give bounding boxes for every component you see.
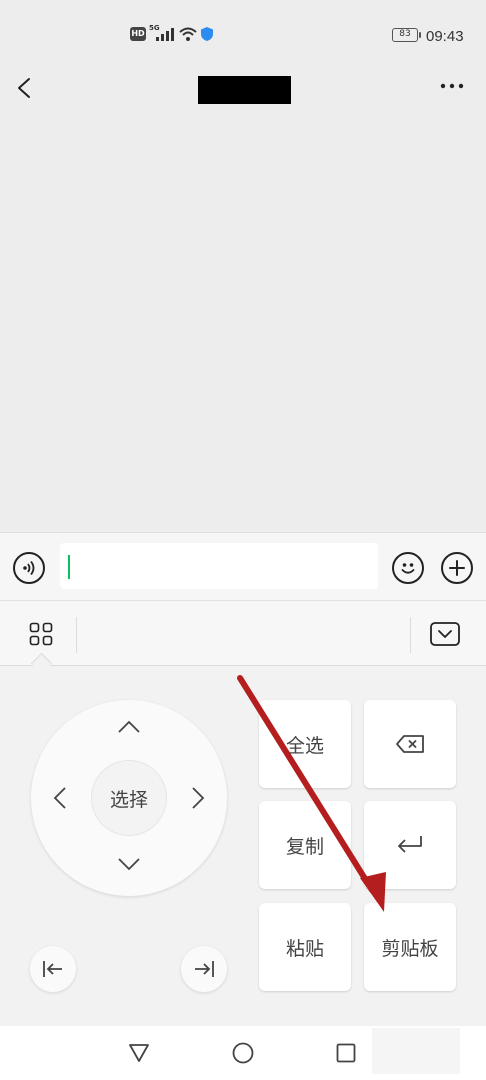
enter-key[interactable]: [364, 801, 456, 889]
square-recents-icon: [336, 1043, 356, 1063]
battery-level: 83: [399, 29, 411, 39]
left-arrow-button[interactable]: [48, 786, 72, 810]
toolbar-divider: [76, 617, 77, 653]
paste-key[interactable]: 粘贴: [259, 903, 351, 991]
hd-badge: HD: [130, 27, 146, 41]
more-dots-icon[interactable]: [440, 83, 464, 89]
blurred-region: [372, 1028, 460, 1074]
signal-icon: [156, 28, 174, 41]
nav-home-button[interactable]: [228, 1038, 258, 1068]
chevron-down-icon: [118, 858, 140, 871]
toolbar-divider: [410, 617, 411, 653]
clock: 09:43: [426, 28, 464, 45]
chevron-left-icon[interactable]: [14, 76, 34, 100]
input-bar: [0, 532, 486, 600]
nav-back-button[interactable]: [124, 1038, 154, 1068]
chevron-right-icon: [192, 787, 205, 809]
select-all-key[interactable]: 全选: [259, 700, 351, 788]
right-arrow-button[interactable]: [186, 786, 210, 810]
text-caret: [68, 555, 70, 579]
down-arrow-button[interactable]: [117, 852, 141, 876]
emoji-icon: [401, 563, 415, 574]
copy-key[interactable]: 复制: [259, 801, 351, 889]
line-end-button[interactable]: [181, 946, 227, 992]
navigation-bar: [0, 1026, 486, 1080]
line-start-button[interactable]: [30, 946, 76, 992]
chat-title-redacted: [198, 76, 291, 104]
select-button[interactable]: 选择: [91, 760, 167, 836]
up-arrow-button[interactable]: [117, 715, 141, 739]
chevron-left-icon: [53, 787, 66, 809]
wifi-icon: [179, 27, 197, 41]
keyboard-toolbar: [0, 600, 486, 666]
enter-icon: [398, 836, 422, 853]
plus-icon: [449, 560, 465, 576]
grid-icon[interactable]: [29, 622, 53, 646]
message-input[interactable]: [60, 543, 378, 589]
voice-button[interactable]: [13, 552, 45, 584]
triangle-back-icon: [129, 1044, 149, 1062]
line-start-icon: [43, 961, 62, 977]
add-button[interactable]: [441, 552, 473, 584]
voice-icon: [23, 560, 35, 576]
title-bar: [0, 64, 486, 114]
clipboard-key[interactable]: 剪贴板: [364, 903, 456, 991]
keyboard-hide-icon[interactable]: [430, 622, 460, 646]
backspace-key[interactable]: [364, 700, 456, 788]
backspace-icon: [396, 735, 424, 753]
chevron-up-icon: [118, 720, 140, 733]
shield-icon: [201, 27, 213, 41]
emoji-button[interactable]: [392, 552, 424, 584]
chat-area[interactable]: [0, 114, 486, 532]
circle-home-icon: [232, 1042, 254, 1064]
nav-recents-button[interactable]: [331, 1038, 361, 1068]
line-end-icon: [195, 961, 214, 977]
battery-icon: 83: [392, 28, 421, 42]
status-bar: HD 5G 83 09:43: [0, 0, 486, 64]
